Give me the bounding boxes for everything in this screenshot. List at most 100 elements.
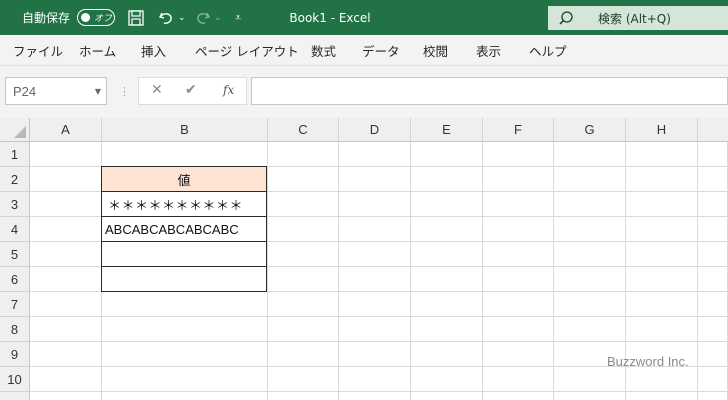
grid-cell[interactable]: [483, 317, 554, 342]
row-header-8[interactable]: 8: [0, 317, 30, 342]
grid-cell[interactable]: [483, 392, 554, 400]
column-header-g[interactable]: G: [554, 118, 626, 142]
grid-cell[interactable]: [698, 317, 728, 342]
column-header-a[interactable]: A: [30, 118, 102, 142]
grid-cell[interactable]: [626, 392, 698, 400]
grid-cell[interactable]: [698, 367, 728, 392]
row-header-5[interactable]: 5: [0, 242, 30, 267]
grid-cell[interactable]: [30, 217, 102, 242]
grid-cell[interactable]: [30, 192, 102, 217]
grid-cell[interactable]: [554, 267, 626, 292]
grid-cell[interactable]: [698, 292, 728, 317]
grid-cell[interactable]: [554, 142, 626, 167]
grid-cell[interactable]: [411, 392, 483, 400]
grid-cell[interactable]: [698, 342, 728, 367]
grid-cell[interactable]: [483, 367, 554, 392]
grid-cell[interactable]: [626, 317, 698, 342]
tab-view[interactable]: 表示: [476, 35, 501, 66]
grid-cell[interactable]: [411, 217, 483, 242]
grid-cell[interactable]: [698, 217, 728, 242]
grid-cell[interactable]: [102, 392, 268, 400]
grid-cell[interactable]: [268, 192, 339, 217]
row-header-9[interactable]: 9: [0, 342, 30, 367]
grid-cell[interactable]: [483, 192, 554, 217]
grid-cell[interactable]: [698, 392, 728, 400]
row-header-2[interactable]: 2: [0, 167, 30, 192]
grid-cell[interactable]: [698, 267, 728, 292]
grid-cell[interactable]: [268, 292, 339, 317]
grid-cell[interactable]: [554, 167, 626, 192]
cell-b2-header[interactable]: 値: [101, 166, 267, 192]
cancel-icon[interactable]: ✕: [151, 82, 163, 98]
tab-insert[interactable]: 挿入: [141, 35, 166, 66]
formula-input[interactable]: [251, 77, 728, 105]
grid-cell[interactable]: [411, 292, 483, 317]
grid-cell[interactable]: [102, 342, 268, 367]
grid-cell[interactable]: [626, 267, 698, 292]
grid-cell[interactable]: [411, 267, 483, 292]
insert-function-icon[interactable]: fx: [223, 83, 234, 97]
grid-cell[interactable]: [339, 367, 411, 392]
chevron-down-icon[interactable]: ▼: [95, 87, 101, 96]
row-header-7[interactable]: 7: [0, 292, 30, 317]
grid-cell[interactable]: [102, 142, 268, 167]
grid-cell[interactable]: [554, 317, 626, 342]
cell-b3[interactable]: ＊＊＊＊＊＊＊＊＊＊: [101, 191, 267, 217]
grid-cell[interactable]: [483, 292, 554, 317]
grid-cell[interactable]: [339, 267, 411, 292]
grid-cell[interactable]: [626, 142, 698, 167]
grid-cell[interactable]: [483, 242, 554, 267]
grid-cell[interactable]: [411, 342, 483, 367]
cell-b5[interactable]: [101, 241, 267, 267]
enter-icon[interactable]: ✔: [185, 82, 197, 98]
column-header-b[interactable]: B: [102, 118, 268, 142]
grid-cell[interactable]: [483, 342, 554, 367]
grid-cell[interactable]: [268, 317, 339, 342]
grid-cell[interactable]: [411, 142, 483, 167]
column-header-h[interactable]: H: [626, 118, 698, 142]
grid-cell[interactable]: [268, 367, 339, 392]
grid-cell[interactable]: [483, 267, 554, 292]
grid-cell[interactable]: [554, 192, 626, 217]
tab-home[interactable]: ホーム: [79, 35, 116, 66]
tab-file[interactable]: ファイル: [13, 35, 63, 66]
grid-cell[interactable]: [698, 242, 728, 267]
grid-cell[interactable]: [626, 167, 698, 192]
row-header-4[interactable]: 4: [0, 217, 30, 242]
grid-cell[interactable]: [102, 367, 268, 392]
row-header-10[interactable]: 10: [0, 367, 30, 392]
tab-page-layout[interactable]: ページ レイアウト: [195, 35, 299, 66]
grid-cell[interactable]: [30, 342, 102, 367]
row-header-11[interactable]: [0, 392, 30, 400]
grid-cell[interactable]: [411, 242, 483, 267]
column-header-e[interactable]: E: [411, 118, 483, 142]
tab-data[interactable]: データ: [362, 35, 400, 66]
grid-cell[interactable]: [483, 217, 554, 242]
grid-cell[interactable]: [698, 192, 728, 217]
row-header-1[interactable]: 1: [0, 142, 30, 167]
grid-cell[interactable]: [626, 217, 698, 242]
formula-bar-grip-icon[interactable]: ⋮: [119, 85, 130, 98]
tab-review[interactable]: 校閲: [423, 35, 448, 66]
cell-b4[interactable]: ABCABCABCABCABC: [101, 216, 267, 242]
grid-cell[interactable]: [30, 242, 102, 267]
grid-cell[interactable]: [698, 167, 728, 192]
column-header-next[interactable]: [698, 118, 728, 142]
grid-cell[interactable]: [339, 217, 411, 242]
grid-cell[interactable]: [30, 317, 102, 342]
grid-cell[interactable]: [554, 292, 626, 317]
grid-cell[interactable]: [483, 142, 554, 167]
grid-cell[interactable]: [268, 142, 339, 167]
column-header-c[interactable]: C: [268, 118, 339, 142]
tab-help[interactable]: ヘルプ: [529, 35, 567, 66]
grid-cell[interactable]: [626, 192, 698, 217]
grid-cell[interactable]: [30, 267, 102, 292]
grid-cell[interactable]: [339, 292, 411, 317]
search-box[interactable]: 検索 (Alt+Q): [548, 6, 728, 30]
grid-cell[interactable]: [268, 392, 339, 400]
grid-cell[interactable]: [339, 242, 411, 267]
grid-cell[interactable]: [30, 292, 102, 317]
grid-cell[interactable]: [554, 392, 626, 400]
grid-cell[interactable]: [30, 142, 102, 167]
grid-cell[interactable]: [411, 167, 483, 192]
